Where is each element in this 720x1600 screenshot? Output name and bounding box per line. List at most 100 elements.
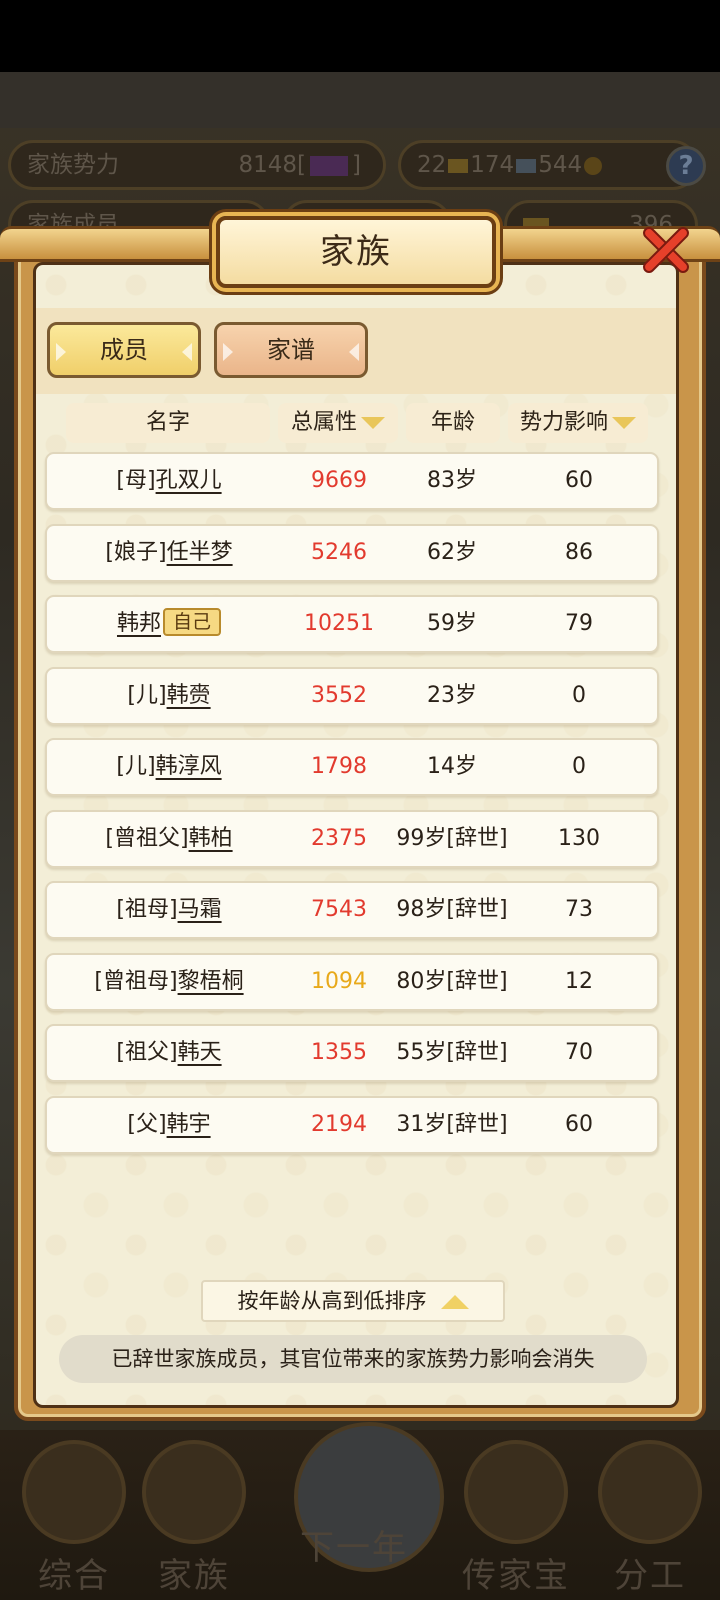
member-influence: 130: [558, 826, 600, 851]
tab-label: 家谱: [267, 336, 315, 364]
member-name-cell: 韩邦 自己: [47, 597, 291, 651]
deceased-notice: 已辞世家族成员，其官位带来的家族势力影响会消失: [59, 1335, 647, 1383]
member-row[interactable]: [父]韩宇 2194 31岁[辞世] 60: [45, 1096, 659, 1154]
member-relation: [儿]: [116, 754, 156, 779]
member-row[interactable]: [曾祖母]黎梧桐 1094 80岁[辞世] 12: [45, 953, 659, 1011]
member-influence: 0: [572, 754, 586, 779]
self-badge: 自己: [163, 608, 222, 636]
member-name-link[interactable]: 韩淳风: [156, 754, 222, 779]
sort-label: 按年龄从高到低排序: [237, 1289, 427, 1313]
member-row[interactable]: [祖父]韩天 1355 55岁[辞世] 70: [45, 1024, 659, 1082]
column-header-influence[interactable]: 势力影响: [508, 403, 648, 443]
nav-item-overview[interactable]: 综合: [14, 1432, 134, 1596]
member-relation: [祖父]: [116, 1040, 178, 1065]
member-age: 98岁[辞世]: [396, 897, 508, 922]
help-button[interactable]: ?: [666, 146, 706, 186]
currency-pill: 22 174 544: [398, 140, 698, 190]
nav-item-next-year[interactable]: 下一年: [294, 1422, 444, 1592]
member-name-link[interactable]: 韩邦: [117, 611, 161, 636]
rank-badge: [310, 155, 349, 176]
family-power-pill: 家族势力 8148[]: [8, 140, 386, 190]
member-total-attr: 1355: [311, 1040, 367, 1065]
member-total-attr: 9669: [311, 468, 367, 493]
column-header-age: 年龄: [406, 403, 500, 443]
silver-ingot-icon: [516, 158, 537, 173]
member-influence: 70: [565, 1040, 593, 1065]
nav-item-division[interactable]: 分工: [590, 1432, 710, 1596]
member-influence: 12: [565, 969, 593, 994]
member-row[interactable]: [祖母]马霜 7543 98岁[辞世] 73: [45, 881, 659, 939]
column-header-name: 名字: [66, 403, 270, 443]
nav-item-heirloom[interactable]: 传家宝: [456, 1432, 576, 1596]
background-top-band: [0, 72, 720, 128]
chevron-left-icon: [56, 343, 66, 361]
currency-coin-value: 544: [538, 152, 583, 178]
dialog-title: 家族: [320, 232, 392, 272]
close-button[interactable]: [626, 214, 696, 284]
member-name-link[interactable]: 韩天: [178, 1040, 222, 1065]
member-relation: [曾祖父]: [105, 826, 189, 851]
scroll-icon: [22, 1440, 126, 1544]
member-influence: 79: [565, 611, 593, 636]
member-name-link[interactable]: 韩柏: [189, 826, 233, 851]
sort-down-icon: [612, 417, 636, 429]
family-power-close: ]: [352, 152, 361, 178]
member-name-cell: [儿]韩淳风: [47, 740, 291, 794]
member-name-link[interactable]: 任半梦: [167, 540, 233, 565]
member-name-link[interactable]: 韩赍: [167, 683, 211, 708]
member-age: 31岁[辞世]: [396, 1112, 508, 1137]
member-relation: [儿]: [127, 683, 167, 708]
chevron-left-icon: [223, 343, 233, 361]
nav-label: 传家宝: [462, 1556, 570, 1596]
member-influence: 60: [565, 1112, 593, 1137]
member-influence: 86: [565, 540, 593, 565]
member-name-cell: [父]韩宇: [47, 1098, 291, 1152]
tab-genealogy[interactable]: 家谱: [214, 322, 368, 378]
house-icon: [142, 1440, 246, 1544]
member-age: 80岁[辞世]: [396, 969, 508, 994]
member-total-attr: 3552: [311, 683, 367, 708]
member-row[interactable]: [娘子]任半梦 5246 62岁 86: [45, 524, 659, 582]
family-power-value: 8148[: [238, 152, 307, 178]
member-age: 99岁[辞世]: [396, 826, 508, 851]
coin-icon: [584, 156, 603, 175]
member-name-link[interactable]: 黎梧桐: [178, 969, 244, 994]
nav-label: 下一年: [300, 1528, 408, 1568]
member-age: 59岁: [427, 611, 477, 636]
member-age: 55岁[辞世]: [396, 1040, 508, 1065]
member-name-cell: [曾祖父]韩柏: [47, 812, 291, 866]
cloud-icon: [464, 1440, 568, 1544]
sort-order-button[interactable]: 按年龄从高到低排序: [201, 1280, 505, 1322]
nav-label: 分工: [614, 1556, 686, 1596]
member-total-attr: 7543: [311, 897, 367, 922]
member-row[interactable]: [儿]韩淳风 1798 14岁 0: [45, 738, 659, 796]
status-bar: [0, 0, 720, 72]
column-header-total-attr[interactable]: 总属性: [278, 403, 398, 443]
tab-label: 成员: [100, 336, 148, 364]
member-name-cell: [儿]韩赍: [47, 669, 291, 723]
gold-ingot-icon: [448, 158, 469, 173]
member-name-cell: [娘子]任半梦: [47, 526, 291, 580]
family-power-label: 家族势力: [27, 152, 119, 178]
member-row[interactable]: [曾祖父]韩柏 2375 99岁[辞世] 130: [45, 810, 659, 868]
tab-members[interactable]: 成员: [47, 322, 201, 378]
member-row[interactable]: [儿]韩赍 3552 23岁 0: [45, 667, 659, 725]
member-total-attr: 10251: [304, 611, 374, 636]
member-row[interactable]: 韩邦 自己 10251 59岁 79: [45, 595, 659, 653]
member-name-link[interactable]: 韩宇: [167, 1112, 211, 1137]
member-relation: [曾祖母]: [94, 969, 178, 994]
member-name-link[interactable]: 马霜: [178, 897, 222, 922]
member-relation: [娘子]: [105, 540, 167, 565]
member-relation: [父]: [127, 1112, 167, 1137]
member-age: 14岁: [427, 754, 477, 779]
nav-label: 家族: [158, 1556, 230, 1596]
member-row[interactable]: [母]孔双儿 9669 83岁 60: [45, 452, 659, 510]
member-name-cell: [曾祖母]黎梧桐: [47, 955, 291, 1009]
person-icon: [598, 1440, 702, 1544]
member-total-attr: 1798: [311, 754, 367, 779]
currency-silver-value: 174: [470, 152, 515, 178]
nav-item-family[interactable]: 家族: [134, 1432, 254, 1596]
member-name-link[interactable]: 孔双儿: [156, 468, 222, 493]
member-age: 83岁: [427, 468, 477, 493]
chevron-right-icon: [349, 343, 359, 361]
